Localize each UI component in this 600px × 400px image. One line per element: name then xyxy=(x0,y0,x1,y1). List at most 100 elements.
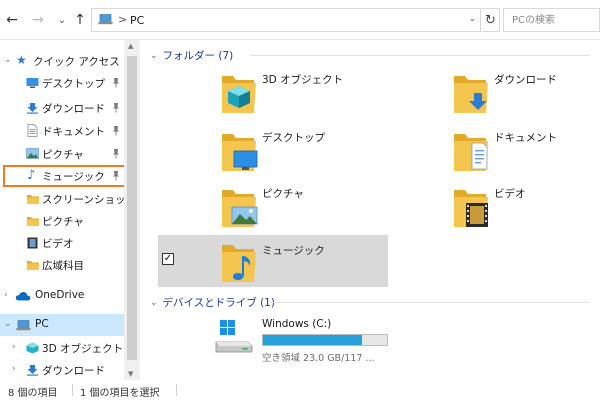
nav-label: 広域科目 xyxy=(42,260,84,272)
folder-tile-downloads[interactable]: ダウンロード xyxy=(390,68,600,118)
star-icon: ★ xyxy=(16,53,27,67)
status-divider xyxy=(176,384,177,396)
address-box[interactable]: > PC ⌄ xyxy=(91,8,481,32)
nav-item-koiki-kamoku[interactable]: 広域科目 xyxy=(0,254,124,276)
folder-tile-3d-objects[interactable]: 3D オブジェクト xyxy=(158,68,388,118)
nav-item-downloads-pc[interactable]: › ダウンロード xyxy=(0,359,124,381)
drive-name: Windows (C:) xyxy=(262,318,332,330)
chevron-down-icon[interactable]: ⌄ xyxy=(4,55,12,65)
nav-item-pictures[interactable]: ピクチャ xyxy=(0,143,124,165)
chevron-down-icon[interactable]: ⌄ xyxy=(150,298,158,308)
nav-item-videos[interactable]: ビデオ xyxy=(0,232,124,254)
nav-item-screenshots[interactable]: スクリーンショット xyxy=(0,188,136,210)
breadcrumb-current[interactable]: PC xyxy=(130,14,144,27)
pin-icon[interactable] xyxy=(112,77,120,88)
status-item-count: 8 個の項目 xyxy=(8,388,58,399)
folder-icon xyxy=(26,193,40,205)
scroll-up-icon[interactable]: ▲ xyxy=(128,42,133,50)
pictures-folder-icon xyxy=(26,215,40,227)
pin-icon[interactable] xyxy=(112,148,120,159)
folder-label: 3D オブジェクト xyxy=(262,74,344,86)
folders-group-header[interactable]: ⌄ フォルダー (7) xyxy=(150,48,233,63)
arrow-left-icon: ← xyxy=(6,12,18,28)
group-title: フォルダー (7) xyxy=(162,50,234,62)
up-button[interactable]: ↑ xyxy=(72,11,88,29)
chevron-right-icon[interactable]: › xyxy=(12,364,16,374)
3d-objects-icon xyxy=(26,342,39,354)
nav-label: スクリーンショット xyxy=(42,194,136,206)
pc-icon xyxy=(98,14,113,25)
folder-tile-desktop[interactable]: デスクトップ xyxy=(158,126,388,176)
nav-label: ダウンロード xyxy=(42,365,105,377)
arrow-right-icon: → xyxy=(32,12,44,28)
documents-folder-icon xyxy=(452,127,490,173)
folder-tile-documents[interactable]: ドキュメント xyxy=(390,126,600,176)
status-bar: 8 個の項目 1 個の項目を選択 xyxy=(0,380,600,400)
scroll-down-icon[interactable]: ▼ xyxy=(128,370,133,378)
nav-label: デスクトップ xyxy=(42,78,105,90)
pictures-folder-icon xyxy=(26,148,39,159)
nav-label: 3D オブジェクト xyxy=(42,343,124,355)
status-selection: 1 個の項目を選択 xyxy=(80,388,160,399)
music-folder-icon xyxy=(220,238,258,284)
drives-group-header[interactable]: ⌄ デバイスとドライブ (1) xyxy=(150,295,275,310)
nav-label: PC xyxy=(35,318,49,330)
desktop-folder-icon xyxy=(220,127,258,173)
pin-icon[interactable] xyxy=(112,102,120,113)
forward-button[interactable]: → xyxy=(30,11,46,29)
videos-folder-icon xyxy=(27,237,38,249)
download-folder-icon xyxy=(452,69,490,115)
chevron-down-icon[interactable]: ⌄ xyxy=(150,51,158,61)
pin-icon[interactable] xyxy=(112,125,120,136)
chevron-right-icon[interactable]: › xyxy=(4,290,8,300)
nav-pc[interactable]: ⌄ PC xyxy=(0,314,124,336)
drive-usage-fill xyxy=(263,335,363,345)
nav-quick-access[interactable]: ⌄ ★ クイック アクセス xyxy=(0,50,124,72)
folder-icon xyxy=(26,259,40,271)
nav-item-desktop[interactable]: デスクトップ xyxy=(0,72,124,94)
chevron-right-icon[interactable]: › xyxy=(12,342,16,352)
download-folder-icon xyxy=(27,365,38,376)
search-input[interactable] xyxy=(504,9,599,31)
nav-item-documents[interactable]: ドキュメント xyxy=(0,120,124,142)
select-checkbox[interactable]: ✓ xyxy=(162,253,174,265)
nav-label: クイック アクセス xyxy=(33,56,120,68)
nav-item-pictures-2[interactable]: ピクチャ xyxy=(0,210,124,232)
navigation-pane: ⌄ ★ クイック アクセス デスクトップ ダウンロード ドキュメント ピクチャ … xyxy=(0,40,140,380)
nav-scrollbar[interactable]: ▲ ▼ xyxy=(124,40,140,380)
status-divider xyxy=(72,384,73,396)
chevron-down-icon[interactable]: ⌄ xyxy=(4,319,12,329)
folder-tile-music[interactable]: ✓ ミュージック xyxy=(158,235,388,287)
nav-item-3d-objects[interactable]: › 3D オブジェクト xyxy=(0,337,124,359)
address-bar-region: ← → ⌄ ↑ > PC ⌄ ↻ xyxy=(0,0,600,40)
folder-tile-pictures[interactable]: ピクチャ xyxy=(158,182,388,232)
drive-tile-c[interactable]: Windows (C:) 空き領域 23.0 GB/117 ... xyxy=(215,316,420,366)
download-folder-icon xyxy=(27,103,38,114)
nav-onedrive[interactable]: › OneDrive xyxy=(0,285,124,307)
back-button[interactable]: ← xyxy=(4,11,20,29)
recent-locations-button[interactable]: ⌄ xyxy=(54,11,70,29)
group-divider xyxy=(250,55,590,56)
search-box[interactable] xyxy=(503,8,600,32)
nav-item-downloads[interactable]: ダウンロード xyxy=(0,97,124,119)
group-title: デバイスとドライブ (1) xyxy=(162,297,275,309)
nav-label: OneDrive xyxy=(35,289,85,301)
cloud-icon xyxy=(15,292,31,301)
nav-label: ダウンロード xyxy=(42,103,105,115)
folder-label: ダウンロード xyxy=(494,74,557,86)
arrow-up-icon: ↑ xyxy=(74,12,86,28)
pictures-folder-icon xyxy=(220,183,258,229)
refresh-icon: ↻ xyxy=(485,12,496,28)
drive-free-space: 空き領域 23.0 GB/117 ... xyxy=(262,353,375,364)
scrollbar-thumb[interactable] xyxy=(127,56,137,360)
folder-tile-videos[interactable]: ビデオ xyxy=(390,182,600,232)
refresh-button[interactable]: ↻ xyxy=(482,8,500,32)
group-divider xyxy=(270,302,590,303)
folder-label: ドキュメント xyxy=(494,132,557,144)
address-history-chevron-icon[interactable]: ⌄ xyxy=(468,14,476,24)
nav-label: ドキュメント xyxy=(42,126,105,138)
nav-label: ピクチャ xyxy=(42,149,84,161)
chevron-down-icon: ⌄ xyxy=(57,14,67,26)
folder-label: デスクトップ xyxy=(262,132,325,144)
pc-icon xyxy=(16,320,31,331)
